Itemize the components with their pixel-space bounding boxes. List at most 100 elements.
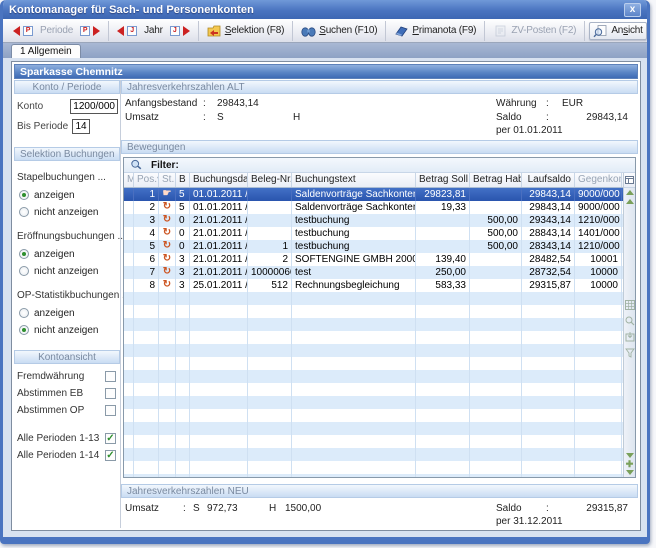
radio-icon (19, 266, 29, 276)
cell-soll (416, 331, 470, 344)
jahr-next-button[interactable]: J (166, 24, 194, 38)
table-row[interactable]: 5↻021.01.2011 /Fr1testbuchung500,0028343… (124, 240, 623, 253)
table-empty-row[interactable] (124, 305, 623, 318)
cell-haben (470, 344, 522, 357)
scroll-top-icon[interactable] (626, 190, 634, 195)
table-row[interactable]: 1☛501.01.2011 /SaSaldenvorträge Sachkont… (124, 188, 623, 201)
table-empty-row[interactable] (124, 422, 623, 435)
binoculars-search-icon (301, 24, 316, 38)
radio-stapel-anzeigen[interactable]: anzeigen (19, 189, 117, 201)
scroll-down-icon[interactable] (626, 453, 634, 458)
scroll-bottom-icon[interactable] (626, 470, 634, 475)
cell-pos: 1 (134, 188, 159, 201)
add-row-icon[interactable]: ✚ (626, 460, 634, 468)
table-empty-row[interactable] (124, 318, 623, 331)
table-empty-row[interactable] (124, 409, 623, 422)
table-empty-row[interactable] (124, 292, 623, 305)
cell-haben (470, 201, 522, 214)
table-row[interactable]: 3↻021.01.2011 /Frtestbuchung500,0029343,… (124, 214, 623, 227)
radio-eroeffnung-anzeigen[interactable]: anzeigen (19, 248, 117, 260)
column-chooser-button[interactable] (624, 173, 635, 188)
column-header-haben[interactable]: Betrag Haben (470, 173, 522, 187)
table-row[interactable]: 7↻321.01.2011 /Fr10000066test250,0028732… (124, 266, 623, 279)
cell-gegenkonto (575, 318, 622, 331)
column-header-datum[interactable]: Buchungsdatum (190, 173, 248, 187)
periode-prev-button[interactable]: P (9, 24, 37, 38)
table-empty-row[interactable] (124, 474, 623, 477)
table-row[interactable]: 4↻021.01.2011 /Frtestbuchung500,0028843,… (124, 227, 623, 240)
cell-m (124, 292, 134, 305)
zoom-icon[interactable] (625, 316, 635, 326)
column-header-beleg[interactable]: Beleg-Nr. (248, 173, 292, 187)
cell-st (159, 344, 176, 357)
close-button[interactable]: x (624, 3, 641, 17)
bis-periode-input[interactable] (72, 119, 90, 134)
radio-opstat-nicht-anzeigen[interactable]: nicht anzeigen (19, 324, 117, 336)
checkbox-abstimmen-eb[interactable]: Abstimmen EB (17, 387, 116, 399)
table-empty-row[interactable] (124, 344, 623, 357)
cell-beleg (248, 188, 292, 201)
table-empty-row[interactable] (124, 396, 623, 409)
column-header-laufsaldo[interactable]: Laufsaldo (522, 173, 575, 187)
column-header-text[interactable]: Buchungstext (292, 173, 416, 187)
ansicht-button[interactable]: Ansicht (589, 22, 646, 40)
suchen-button[interactable]: Suchen (F10) (297, 22, 381, 40)
cell-beleg (248, 201, 292, 214)
table-row[interactable]: 8↻325.01.2011 /Di512Rechnungsbegleichung… (124, 279, 623, 292)
filter-columns-icon[interactable] (625, 348, 635, 358)
column-header-st[interactable]: St. (159, 173, 176, 187)
cell-text (292, 422, 416, 435)
table-empty-row[interactable] (124, 448, 623, 461)
cell-beleg (248, 370, 292, 383)
column-header-soll[interactable]: Betrag Soll (416, 173, 470, 187)
selektion-button[interactable]: Selektion (F8) (203, 22, 288, 40)
export-icon[interactable] (625, 332, 635, 342)
cell-gegenkonto: 10000 (575, 279, 622, 292)
column-header-gegenkonto[interactable]: Gegenkonto (575, 173, 622, 187)
konto-input[interactable] (70, 99, 118, 114)
stapelbuchungen-label: Stapelbuchungen ... (17, 172, 117, 183)
tab-allgemein[interactable]: 1 Allgemein (11, 44, 81, 58)
cell-b (176, 318, 190, 331)
checkbox-fremdwaehrung[interactable]: Fremdwährung (17, 370, 116, 382)
checkbox-abstimmen-op[interactable]: Abstimmen OP (17, 404, 116, 416)
zv-posten-group: ZV-Posten (F2) (485, 21, 585, 41)
cell-text: test (292, 266, 416, 279)
column-header-pos[interactable]: Pos.▾ (134, 173, 159, 187)
checkbox-alle-perioden-1-14[interactable]: Alle Perioden 1-14 ✓ (17, 449, 116, 461)
table-row[interactable]: 6↻321.01.2011 /Fr2SOFTENGINE GMBH 200001… (124, 253, 623, 266)
radio-stapel-nicht-anzeigen[interactable]: nicht anzeigen (19, 206, 117, 218)
cell-pos (134, 383, 159, 396)
primanota-button[interactable]: Primanota (F9) (390, 22, 480, 40)
periode-next-button[interactable]: P (76, 24, 104, 38)
view-grid-icon[interactable] (625, 300, 635, 310)
table-empty-row[interactable] (124, 461, 623, 474)
cell-datum: 21.01.2011 /Fr (190, 227, 248, 240)
cell-pos (134, 435, 159, 448)
column-header-b[interactable]: B (176, 173, 190, 187)
table-empty-row[interactable] (124, 383, 623, 396)
table-empty-row[interactable] (124, 357, 623, 370)
circle-arrow-icon: ↻ (159, 227, 176, 240)
cell-gegenkonto: 9000/000 (575, 201, 622, 214)
checkbox-alle-perioden-1-13[interactable]: Alle Perioden 1-13 ✓ (17, 432, 116, 444)
radio-opstat-anzeigen[interactable]: anzeigen (19, 307, 117, 319)
table-empty-row[interactable] (124, 331, 623, 344)
selektion-group: Selektion (F8) (199, 21, 293, 41)
scroll-up-icon[interactable] (626, 199, 634, 204)
radio-eroeffnung-nicht-anzeigen[interactable]: nicht anzeigen (19, 265, 117, 277)
cell-haben (470, 331, 522, 344)
zv-posten-button[interactable]: ZV-Posten (F2) (489, 22, 580, 40)
jahr-prev-button[interactable]: J (113, 24, 141, 38)
filter-row[interactable]: Filter: (124, 158, 635, 173)
cell-pos (134, 396, 159, 409)
cell-gegenkonto: 1210/000 (575, 214, 622, 227)
cell-datum (190, 435, 248, 448)
cell-pos: 7 (134, 266, 159, 279)
table-row[interactable]: 2↻501.01.2011 /SaSaldenvorträge Sachkont… (124, 201, 623, 214)
table-empty-row[interactable] (124, 435, 623, 448)
table-grid: MPos.▾St.BBuchungsdatumBeleg-Nr.Buchungs… (124, 173, 623, 477)
cell-m (124, 266, 134, 279)
table-empty-row[interactable] (124, 370, 623, 383)
column-header-m[interactable]: M (124, 173, 134, 187)
